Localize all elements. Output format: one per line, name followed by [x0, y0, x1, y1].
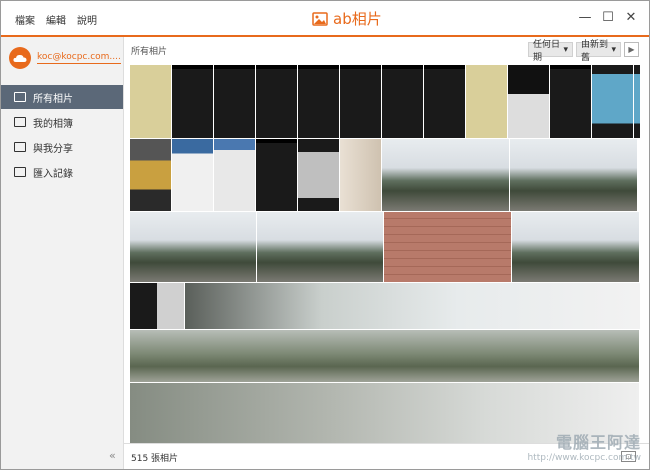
sidebar-item-label: 我的相簿 [33, 118, 73, 130]
photo-thumbnail[interactable] [384, 212, 511, 282]
sidebar-item-label: 所有相片 [33, 93, 73, 105]
breadcrumb: 所有相片 [131, 47, 168, 57]
photo-row [130, 139, 637, 211]
photo-thumbnail[interactable] [214, 139, 255, 211]
photo-thumbnail[interactable] [298, 65, 339, 138]
chevron-down-icon: ▾ [608, 44, 616, 55]
sort-field-label: 任何日期 [533, 39, 561, 63]
photo-thumbnail[interactable] [130, 65, 171, 138]
photo-thumbnail[interactable] [340, 139, 381, 211]
photo-thumbnail[interactable] [424, 65, 465, 138]
photo-row [130, 212, 639, 282]
account-email[interactable]: koc@kocpc.com.... [37, 52, 121, 64]
slideshow-button[interactable]: ▶ [624, 42, 639, 57]
menu-bar: 檔案 編輯 說明 [15, 12, 97, 27]
sidebar-item-shared-with-me[interactable]: 與我分享 [1, 135, 123, 159]
photo-row [130, 283, 640, 329]
collapse-sidebar-button[interactable]: « [109, 449, 116, 462]
photo-thumbnail[interactable] [172, 139, 213, 211]
app-title: ab相片 [312, 8, 382, 29]
sidebar-item-all-photos[interactable]: 所有相片 [1, 85, 123, 109]
watermark-name: 電腦王阿達 [555, 433, 641, 452]
sidebar: koc@kocpc.com.... 所有相片 我的相簿 與我分享 匯入記錄 « [1, 37, 124, 469]
photo-thumbnail[interactable] [382, 65, 423, 138]
sidebar-item-label: 匯入記錄 [33, 168, 73, 180]
menu-edit[interactable]: 編輯 [46, 12, 66, 27]
title-bar: 檔案 編輯 說明 ab相片 — ☐ ✕ [1, 1, 649, 37]
photo-thumbnail[interactable] [634, 65, 640, 138]
app-title-text: ab相片 [333, 10, 382, 28]
sidebar-nav: 所有相片 我的相簿 與我分享 匯入記錄 [1, 85, 123, 185]
photo-thumbnail[interactable] [130, 283, 184, 329]
chevron-down-icon: ▾ [560, 44, 568, 55]
photo-row [130, 65, 640, 138]
photo-count: 515 張相片 [131, 454, 179, 464]
sidebar-item-import-history[interactable]: 匯入記錄 [1, 160, 123, 184]
sort-field-dropdown[interactable]: 任何日期 ▾ [528, 40, 573, 63]
photo-thumbnail[interactable] [172, 65, 213, 138]
sort-order-label: 由新到舊 [581, 39, 609, 63]
photo-row [130, 330, 639, 382]
account[interactable]: koc@kocpc.com.... [9, 47, 121, 69]
sidebar-item-my-albums[interactable]: 我的相簿 [1, 110, 123, 134]
photo-thumbnail[interactable] [298, 139, 339, 211]
menu-file[interactable]: 檔案 [15, 12, 35, 27]
import-icon [14, 167, 26, 177]
cloud-icon [9, 47, 31, 69]
main-content: 所有相片 任何日期 ▾ 由新到舊 ▾ ▶ [124, 37, 649, 469]
photo-thumbnail[interactable] [185, 283, 640, 329]
photo-thumbnail[interactable] [510, 139, 637, 211]
close-button[interactable]: ✕ [623, 9, 639, 25]
minimize-button[interactable]: — [577, 9, 593, 25]
photo-thumbnail[interactable] [340, 65, 381, 138]
watermark: 電腦王阿達 http://www.kocpc.com.tw [527, 429, 641, 463]
menu-help[interactable]: 說明 [77, 12, 97, 27]
photo-thumbnail[interactable] [550, 65, 591, 138]
photo-thumbnail[interactable] [508, 65, 549, 138]
album-icon [14, 117, 26, 127]
photo-thumbnail[interactable] [512, 212, 639, 282]
maximize-button[interactable]: ☐ [600, 9, 616, 25]
play-icon: ▶ [628, 45, 635, 54]
photo-thumbnail[interactable] [466, 65, 507, 138]
photo-thumbnail[interactable] [130, 139, 171, 211]
photo-grid [130, 65, 640, 469]
photo-thumbnail[interactable] [256, 65, 297, 138]
photos-icon [14, 92, 26, 102]
sort-order-dropdown[interactable]: 由新到舊 ▾ [576, 40, 621, 63]
photo-thumbnail[interactable] [130, 212, 256, 282]
photo-logo-icon [312, 11, 328, 26]
app-window: 檔案 編輯 說明 ab相片 — ☐ ✕ koc@kocpc.com.... 所有… [0, 0, 650, 470]
watermark-url: http://www.kocpc.com.tw [527, 453, 641, 463]
photo-thumbnail[interactable] [592, 65, 633, 138]
photo-thumbnail[interactable] [130, 330, 639, 382]
photo-thumbnail[interactable] [382, 139, 509, 211]
toolbar: 所有相片 任何日期 ▾ 由新到舊 ▾ ▶ [124, 37, 649, 63]
sidebar-item-label: 與我分享 [33, 143, 73, 155]
photo-thumbnail[interactable] [257, 212, 383, 282]
shared-icon [14, 142, 26, 152]
photo-thumbnail[interactable] [256, 139, 297, 211]
photo-thumbnail[interactable] [214, 65, 255, 138]
